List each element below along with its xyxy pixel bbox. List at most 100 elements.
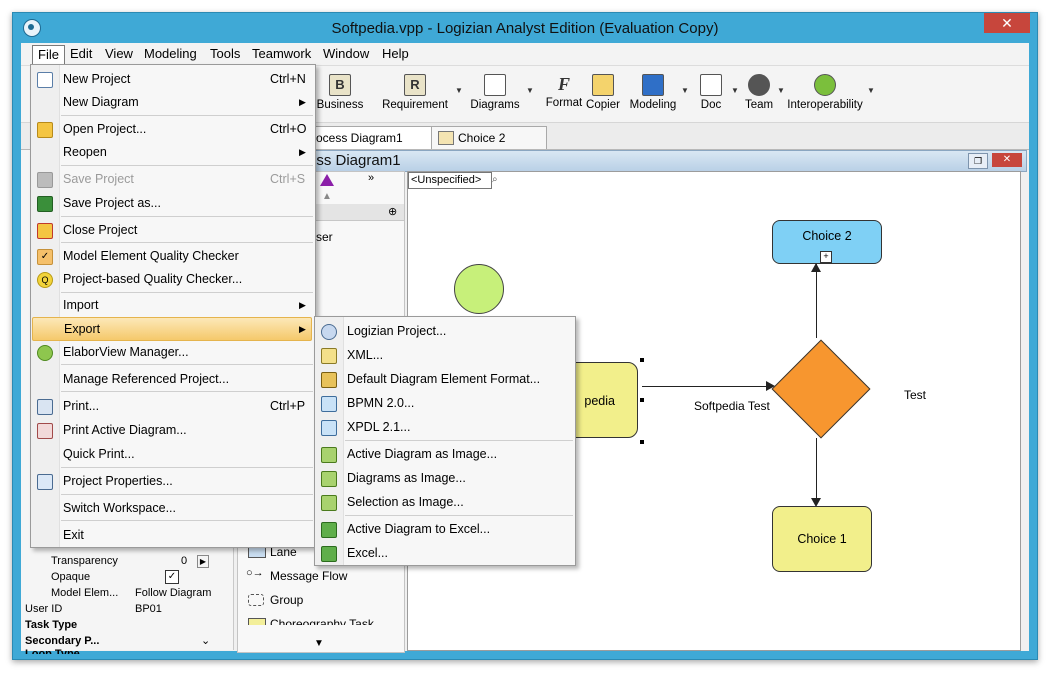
sequence-flow-line[interactable] — [642, 386, 772, 387]
menu-tools[interactable]: Tools — [205, 45, 245, 63]
close-panel-icon[interactable]: ✕ — [992, 153, 1022, 167]
toolbar-copier-button[interactable]: Copier — [585, 72, 621, 118]
menu-label: Open Project... — [63, 122, 147, 136]
palette-item-message-flow[interactable]: ○→ Message Flow — [244, 567, 394, 585]
selection-handle[interactable] — [640, 358, 644, 362]
team-dropdown-arrow-icon[interactable]: ▼ — [777, 86, 785, 95]
close-window-button[interactable]: ✕ — [984, 13, 1030, 33]
export-item-active-diagram-image[interactable]: Active Diagram as Image... — [316, 443, 572, 465]
property-row-loop-type[interactable]: Loop Type — [25, 646, 215, 654]
menu-label: Project-based Quality Checker... — [63, 272, 243, 286]
selection-handle[interactable] — [640, 398, 644, 402]
menu-item-save-project-as[interactable]: Save Project as... — [32, 192, 312, 214]
diagrams-dropdown-arrow-icon[interactable]: ▼ — [526, 86, 534, 95]
toolbar-diagrams-button[interactable]: Diagrams — [467, 72, 523, 118]
menu-item-open-project[interactable]: Open Project... Ctrl+O — [32, 118, 312, 140]
toolbar-label: Copier — [586, 99, 620, 111]
menu-file[interactable]: File — [32, 45, 65, 65]
export-item-excel[interactable]: Excel... — [316, 542, 572, 564]
menu-shortcut: Ctrl+S — [270, 172, 306, 186]
gateway-diamond-node[interactable] — [771, 339, 871, 439]
menu-item-new-diagram[interactable]: New Diagram ▶ — [32, 91, 312, 113]
property-row-task-type[interactable]: Task Type — [25, 617, 215, 633]
restore-panel-icon[interactable]: ❐ — [968, 153, 988, 169]
opaque-checkbox[interactable]: ✓ — [165, 570, 179, 584]
spinner-arrow-icon[interactable]: ▶ — [197, 555, 209, 568]
sequence-flow-up[interactable] — [816, 264, 817, 338]
modeling-dropdown-arrow-icon[interactable]: ▼ — [681, 86, 689, 95]
pin-icon[interactable]: ⊕ — [388, 205, 397, 218]
toolbar-doc-button[interactable]: Doc — [693, 72, 729, 118]
flow-label[interactable]: Softpedia Test — [694, 399, 770, 413]
export-item-bpmn[interactable]: BPMN 2.0... — [316, 392, 572, 414]
menu-label: Logizian Project... — [347, 324, 447, 338]
menu-item-print-active-diagram[interactable]: Print Active Diagram... — [32, 419, 312, 441]
gateway-label[interactable]: Test — [904, 388, 926, 402]
property-name: Model Elem... — [51, 587, 119, 599]
palette-item-group[interactable]: Group — [244, 591, 394, 609]
menu-item-close-project[interactable]: Close Project — [32, 219, 312, 241]
export-item-active-diagram-excel[interactable]: Active Diagram to Excel... — [316, 518, 572, 540]
menu-item-elaborview-manager[interactable]: ElaborView Manager... — [32, 341, 312, 363]
palette-scroll-down-icon[interactable]: ▼ — [314, 638, 324, 649]
menu-item-model-element-quality-checker[interactable]: ✓ Model Element Quality Checker — [32, 245, 312, 267]
menu-item-new-project[interactable]: New Project Ctrl+N — [32, 68, 312, 90]
title-bar[interactable]: Softpedia.vpp - Logizian Analyst Edition… — [13, 13, 1037, 43]
open-folder-icon — [37, 122, 53, 138]
pool-selector-combo[interactable]: <Unspecified> — [408, 172, 492, 189]
export-item-diagrams-image[interactable]: Diagrams as Image... — [316, 467, 572, 489]
tab-choice-2[interactable]: Choice 2 — [431, 126, 547, 149]
requirement-dropdown-arrow-icon[interactable]: ▼ — [455, 86, 463, 95]
export-item-selection-image[interactable]: Selection as Image... — [316, 491, 572, 513]
tab-process-diagram1[interactable]: ocess Diagram1 — [307, 126, 437, 149]
menu-item-project-properties[interactable]: Project Properties... — [32, 470, 312, 492]
menu-edit[interactable]: Edit — [65, 45, 97, 63]
menu-item-import[interactable]: Import ▶ — [32, 294, 312, 316]
toolbar-business-button[interactable]: B Business — [313, 72, 367, 118]
menu-window[interactable]: Window — [318, 45, 374, 63]
menu-separator — [345, 440, 573, 441]
modeling-icon — [642, 74, 664, 96]
toolbar-format-button[interactable]: F Format — [545, 72, 583, 118]
menu-item-switch-workspace[interactable]: Switch Workspace... — [32, 497, 312, 519]
export-item-xml[interactable]: XML... — [316, 344, 572, 366]
property-row-user-id[interactable]: User ID BP01 — [25, 601, 215, 617]
expand-toolbar-icon[interactable]: » — [368, 172, 374, 184]
sequence-flow-down[interactable] — [816, 438, 817, 498]
menu-teamwork[interactable]: Teamwork — [247, 45, 316, 63]
toolbar-modeling-button[interactable]: Modeling — [627, 72, 679, 118]
toolbar-requirement-button[interactable]: R Requirement — [377, 72, 453, 118]
menu-item-quick-print[interactable]: Quick Print... — [32, 443, 312, 465]
palette-scroll-up-icon[interactable]: ▲ — [322, 191, 332, 202]
menu-item-save-project[interactable]: Save Project Ctrl+S — [32, 168, 312, 190]
property-row-opaque[interactable]: Opaque ✓ — [25, 569, 215, 585]
toolbar-team-button[interactable]: Team — [739, 72, 779, 118]
doc-dropdown-arrow-icon[interactable]: ▼ — [731, 86, 739, 95]
menu-modeling[interactable]: Modeling — [139, 45, 202, 63]
menu-item-project-quality-checker[interactable]: Q Project-based Quality Checker... — [32, 268, 312, 290]
menu-item-exit[interactable]: Exit — [32, 524, 312, 546]
palette-item-partial[interactable]: ser — [316, 230, 333, 244]
menu-view[interactable]: View — [100, 45, 138, 63]
property-row-transparency[interactable]: Transparency 0 ▶ — [25, 553, 215, 569]
menu-item-manage-referenced-project[interactable]: Manage Referenced Project... — [32, 368, 312, 390]
menu-label: Diagrams as Image... — [347, 471, 466, 485]
menu-item-reopen[interactable]: Reopen ▶ — [32, 141, 312, 163]
start-event-node[interactable] — [454, 264, 504, 314]
search-icon[interactable]: ⌕ — [492, 174, 498, 185]
palette-item-choreography-task[interactable]: Choreography Task — [244, 615, 394, 625]
menu-separator — [61, 242, 313, 243]
menu-item-export[interactable]: Export ▶ — [32, 317, 312, 341]
export-item-logizian-project[interactable]: Logizian Project... — [316, 320, 572, 342]
choice1-task-node[interactable]: Choice 1 — [772, 506, 872, 572]
menu-item-print[interactable]: Print... Ctrl+P — [32, 395, 312, 417]
export-item-default-format[interactable]: Default Diagram Element Format... — [316, 368, 572, 390]
interoperability-dropdown-arrow-icon[interactable]: ▼ — [867, 86, 875, 95]
triangle-tool-icon[interactable] — [320, 174, 334, 186]
submenu-arrow-icon: ▶ — [299, 300, 306, 310]
selection-handle[interactable] — [640, 440, 644, 444]
menu-help[interactable]: Help — [377, 45, 414, 63]
export-item-xpdl[interactable]: XPDL 2.1... — [316, 416, 572, 438]
property-row-model-element[interactable]: Model Elem... Follow Diagram — [25, 585, 215, 601]
toolbar-interoperability-button[interactable]: Interoperability — [787, 72, 863, 118]
